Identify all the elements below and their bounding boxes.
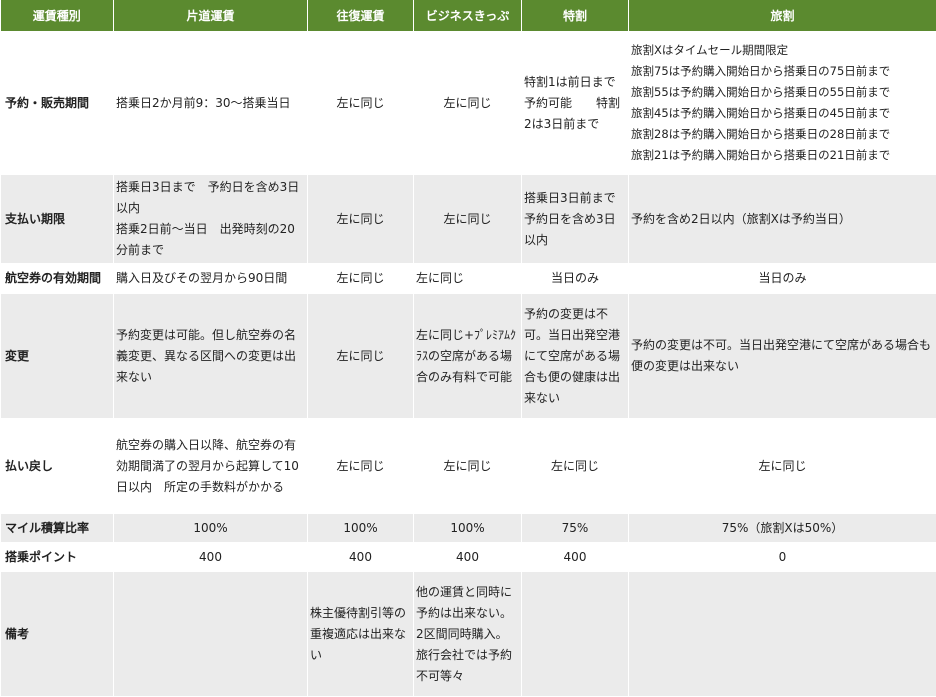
cell-business: 他の運賃と同時に予約は出来ない。2区間同時購入。旅行会社では予約不可等々 — [414, 572, 522, 697]
row-label: マイル積算比率 — [1, 514, 114, 543]
cell-business: 100% — [414, 514, 522, 543]
cell-roundtrip: 左に同じ — [308, 32, 414, 175]
header-tokuwari: 特割 — [522, 0, 629, 32]
cell-oneway: 購入日及びその翌月から90日間 — [114, 264, 308, 294]
cell-business: 左に同じ — [414, 175, 522, 264]
table-row-booking: 予約・販売期間 搭乗日2か月前9：30～搭乗当日 左に同じ 左に同じ 特割1は前… — [1, 32, 936, 175]
header-row: 運賃種別 片道運賃 往復運賃 ビジネスきっぷ 特割 旅割 — [1, 0, 936, 32]
table-row-change: 変更 予約変更は可能。但し航空券の名義変更、異なる区間への変更は出来ない 左に同… — [1, 294, 936, 419]
cell-tabiwari: 予約の変更は不可。当日出発空港にて空席がある場合も便の変更は出来ない — [629, 294, 936, 419]
cell-oneway: 航空券の購入日以降、航空券の有効期間満了の翌月から起算して10日以内 所定の手数… — [114, 419, 308, 514]
cell-tokuwari: 400 — [522, 543, 629, 572]
table-row-payment: 支払い期限 搭乗日3日まで 予約日を含め3日以内 搭乗2日前～当日 出発時刻の2… — [1, 175, 936, 264]
row-label: 備考 — [1, 572, 114, 697]
header-roundtrip: 往復運賃 — [308, 0, 414, 32]
row-label: 支払い期限 — [1, 175, 114, 264]
cell-roundtrip: 左に同じ — [308, 294, 414, 419]
cell-tabiwari: 当日のみ — [629, 264, 936, 294]
table-row-validity: 航空券の有効期間 購入日及びその翌月から90日間 左に同じ 左に同じ 当日のみ … — [1, 264, 936, 294]
cell-tokuwari: 左に同じ — [522, 419, 629, 514]
cell-roundtrip: 左に同じ — [308, 175, 414, 264]
cell-business: 左に同じ — [414, 419, 522, 514]
header-tabiwari: 旅割 — [629, 0, 936, 32]
cell-business: 左に同じ — [414, 264, 522, 294]
cell-tabiwari — [629, 572, 936, 697]
cell-roundtrip: 左に同じ — [308, 264, 414, 294]
cell-roundtrip: 100% — [308, 514, 414, 543]
cell-roundtrip: 株主優待割引等の重複適応は出来ない — [308, 572, 414, 697]
fare-comparison-table: 運賃種別 片道運賃 往復運賃 ビジネスきっぷ 特割 旅割 予約・販売期間 搭乗日… — [0, 0, 936, 697]
cell-roundtrip: 400 — [308, 543, 414, 572]
cell-oneway: 予約変更は可能。但し航空券の名義変更、異なる区間への変更は出来ない — [114, 294, 308, 419]
cell-tokuwari — [522, 572, 629, 697]
header-business: ビジネスきっぷ — [414, 0, 522, 32]
cell-tokuwari: 当日のみ — [522, 264, 629, 294]
cell-oneway: 搭乗日2か月前9：30～搭乗当日 — [114, 32, 308, 175]
cell-tokuwari: 特割1は前日まで予約可能 特割2は3日前まで — [522, 32, 629, 175]
cell-tabiwari: 75%（旅割Xは50%） — [629, 514, 936, 543]
cell-oneway — [114, 572, 308, 697]
cell-oneway: 400 — [114, 543, 308, 572]
cell-business: 400 — [414, 543, 522, 572]
row-label: 航空券の有効期間 — [1, 264, 114, 294]
cell-tokuwari: 75% — [522, 514, 629, 543]
cell-tokuwari: 予約の変更は不可。当日出発空港にて空席がある場合も便の健康は出来ない — [522, 294, 629, 419]
row-label: 搭乗ポイント — [1, 543, 114, 572]
table-row-notes: 備考 株主優待割引等の重複適応は出来ない 他の運賃と同時に予約は出来ない。2区間… — [1, 572, 936, 697]
cell-oneway: 100% — [114, 514, 308, 543]
cell-tokuwari: 搭乗日3日前まで予約日を含め3日以内 — [522, 175, 629, 264]
table-row-refund: 払い戻し 航空券の購入日以降、航空券の有効期間満了の翌月から起算して10日以内 … — [1, 419, 936, 514]
row-label: 変更 — [1, 294, 114, 419]
header-oneway: 片道運賃 — [114, 0, 308, 32]
header-fare-type: 運賃種別 — [1, 0, 114, 32]
cell-tabiwari: 0 — [629, 543, 936, 572]
table-row-mileage: マイル積算比率 100% 100% 100% 75% 75%（旅割Xは50%） — [1, 514, 936, 543]
cell-roundtrip: 左に同じ — [308, 419, 414, 514]
cell-tabiwari: 予約を含め2日以内（旅割Xは予約当日） — [629, 175, 936, 264]
cell-oneway: 搭乗日3日まで 予約日を含め3日以内 搭乗2日前～当日 出発時刻の20分前まで — [114, 175, 308, 264]
table-row-points: 搭乗ポイント 400 400 400 400 0 — [1, 543, 936, 572]
cell-tabiwari: 左に同じ — [629, 419, 936, 514]
cell-business: 左に同じ — [414, 32, 522, 175]
row-label: 予約・販売期間 — [1, 32, 114, 175]
row-label: 払い戻し — [1, 419, 114, 514]
cell-tabiwari: 旅割Xはタイムセール期間限定 旅割75は予約購入開始日から搭乗日の75日前まで … — [629, 32, 936, 175]
cell-business: 左に同じ+ﾌﾟﾚﾐｱﾑｸﾗｽの空席がある場合のみ有料で可能 — [414, 294, 522, 419]
